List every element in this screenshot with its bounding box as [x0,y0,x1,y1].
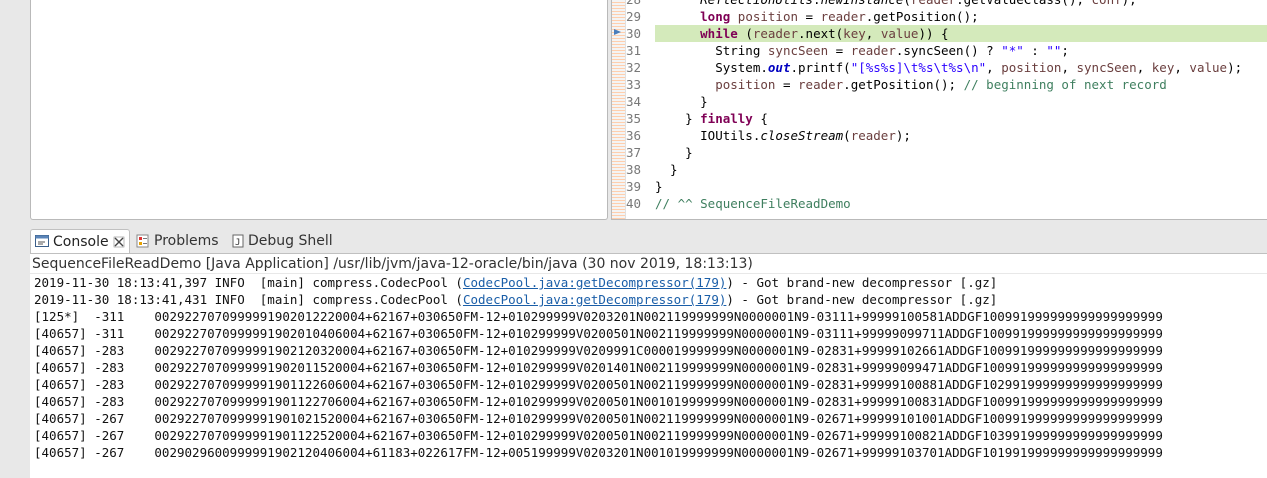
tab-debug-shell[interactable]: J Debug Shell [232,229,333,253]
code-line[interactable]: IOUtils.closeStream(reader); [655,127,1267,144]
close-icon[interactable] [113,236,125,248]
tab-problems-label: Problems [154,233,219,249]
console-output[interactable]: 2019-11-30 18:13:41,397 INFO [main] comp… [30,274,1267,478]
line-number: 28 [626,0,656,8]
stack-link[interactable]: CodecPool.java:getDecompressor(179) [463,292,726,307]
stack-link[interactable]: CodecPool.java:getDecompressor(179) [463,275,726,290]
line-number: 37 [626,145,642,160]
left-edge [0,0,22,230]
console-record-line: [40657] -283 002922707099999190201152000… [34,360,1163,375]
line-number: 38 [626,162,642,177]
line-number: 39 [626,179,642,194]
debug-shell-icon: J [232,234,244,248]
console-record-line: [40657] -283 002922707099999190212032000… [34,343,1163,358]
code-line[interactable]: // ^^ SequenceFileReadDemo [655,195,1267,212]
code-line[interactable]: } [655,144,1267,161]
debug-current-line-icon [614,29,621,35]
log-text: 2019-11-30 18:13:41,431 INFO [main] comp… [34,292,463,307]
console-record-line: [125*] -311 0029227070999991902012220004… [34,309,1163,324]
log-text: 2019-11-30 18:13:41,397 INFO [main] comp… [34,275,463,290]
console-record-line: [40657] -267 002922707099999190112252000… [34,428,1163,443]
line-number: 35 [626,111,642,126]
console-record-line: [40657] -311 002922707099999190201040600… [34,326,1163,341]
console-log-line: 2019-11-30 18:13:41,431 INFO [main] comp… [34,291,997,308]
code-line[interactable]: System.out.printf("[%s%s]\t%s\t%s\n", po… [655,59,1267,76]
empty-view-panel [30,0,608,220]
console-record-line: [40657] -267 002902960099999190212040600… [34,445,1163,460]
line-number: 29 [626,9,642,24]
problems-icon [136,234,149,248]
code-line[interactable]: } [655,161,1267,178]
tab-console-label: Console [53,233,109,250]
tab-problems[interactable]: Problems [136,229,219,253]
line-number: 34 [626,94,642,109]
log-text: ) - Got brand-new decompressor [.gz] [726,292,998,307]
tab-debug-shell-label: Debug Shell [248,233,333,249]
console-icon [35,235,49,247]
svg-text:J: J [235,238,240,248]
code-line[interactable]: } [655,178,1267,195]
code-line[interactable]: position = reader.getPosition(); // begi… [655,76,1267,93]
log-text: ) - Got brand-new decompressor [.gz] [726,275,998,290]
line-number: 36 [626,128,642,143]
code-line[interactable]: } [655,93,1267,110]
line-number: 40 [626,196,642,211]
code-line[interactable]: long position = reader.getPosition(); [655,8,1267,25]
code-editor[interactable]: 2829 30 31 32 33 34 35 36 37 38 39 40 ReflectionUti… [611,0,1267,220]
current-code-line[interactable]: while (reader.next(key, value)) { [655,25,1267,42]
line-number: 31 [626,43,642,58]
line-number: 33 [626,77,642,92]
console-record-line: [40657] -283 002922707099999190112260600… [34,377,1163,392]
console-record-line: [40657] -267 002922707099999190102152000… [34,411,1163,426]
line-number: 32 [626,60,642,75]
console-launch-header: SequenceFileReadDemo [Java Application] … [30,253,1267,273]
code-line[interactable]: String syncSeen = reader.syncSeen() ? "*… [655,42,1267,59]
line-number-gutter: 2829 30 31 32 33 34 35 36 37 38 39 40 [626,0,656,219]
line-number: 30 [626,26,642,41]
code-line[interactable]: ReflectionUtils.newInstance(reader.getVa… [655,0,1267,8]
overview-ruler [612,0,626,219]
console-log-line: 2019-11-30 18:13:41,397 INFO [main] comp… [34,274,997,291]
console-tabbar: Console Problems J Debug Shell [30,229,1267,253]
console-record-line: [40657] -283 002922707099999190112270600… [34,394,1163,409]
tab-console[interactable]: Console [30,229,130,253]
code-line[interactable]: } finally { [655,110,1267,127]
